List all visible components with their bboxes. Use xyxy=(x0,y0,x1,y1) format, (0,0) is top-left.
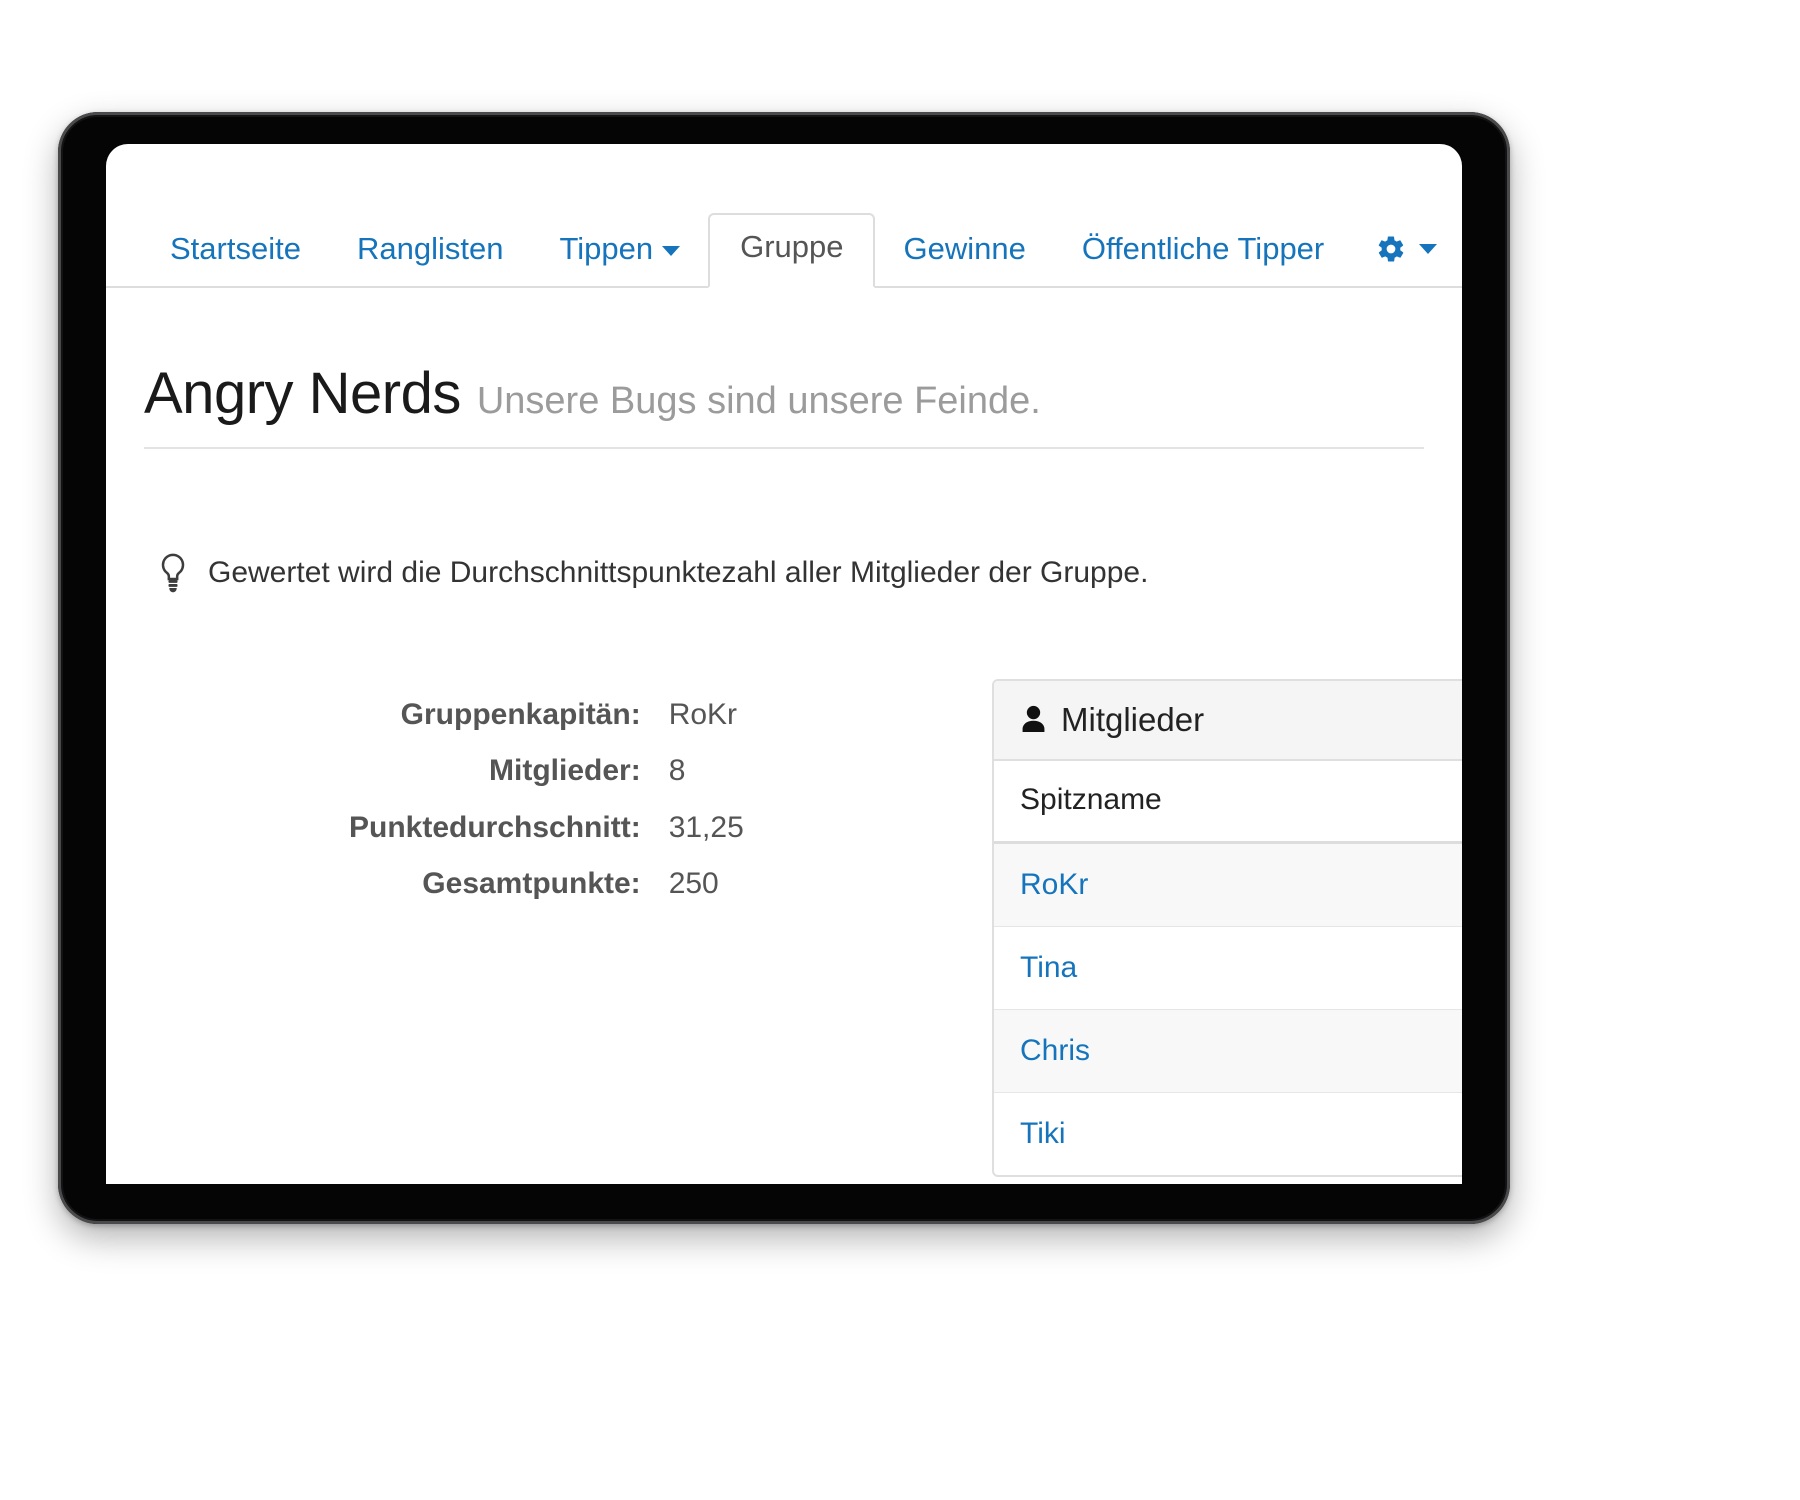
body-columns: Gruppenkapitän: RoKr Mitglieder: 8 Punkt… xyxy=(144,593,1462,1177)
person-icon xyxy=(1022,705,1045,732)
member-link-chris[interactable]: Chris xyxy=(994,1009,1462,1093)
settings-chevron-down-icon xyxy=(1419,244,1438,254)
hint-row: Gewertet wird die Durchschnittspunktezah… xyxy=(144,449,1424,593)
group-stats-table: Gruppenkapitän: RoKr Mitglieder: 8 Punkt… xyxy=(349,687,744,913)
nav-ranglisten-label: Ranglisten xyxy=(356,231,504,266)
members-table-header-row: Spitzname xyxy=(994,761,1462,844)
members-table: Spitzname RoKr Tina Chris Tiki xyxy=(994,761,1462,1175)
member-link-tina[interactable]: Tina xyxy=(994,926,1462,1010)
settings-menu-button[interactable] xyxy=(1352,220,1461,286)
nav-gruppe[interactable]: Gruppe xyxy=(708,213,876,288)
nav-gruppe-label: Gruppe xyxy=(740,229,844,264)
browser-viewport: Startseite Ranglisten Tippen Gruppe Gewi… xyxy=(106,144,1462,1184)
nav-startseite[interactable]: Startseite xyxy=(142,219,329,286)
nav-ranglisten[interactable]: Ranglisten xyxy=(329,219,531,286)
table-row: Punktedurchschnitt: 31,25 xyxy=(349,800,744,856)
chevron-down-icon xyxy=(662,246,681,256)
nav-tippen[interactable]: Tippen xyxy=(531,219,708,286)
table-row: Gruppenkapitän: RoKr xyxy=(349,687,744,743)
screenshot-root: Startseite Ranglisten Tippen Gruppe Gewi… xyxy=(0,0,1800,1500)
page-subtitle: Unsere Bugs sind unsere Feinde. xyxy=(476,380,1041,422)
members-column-header-spitzname: Spitzname xyxy=(994,761,1462,844)
table-row[interactable]: Chris xyxy=(994,1009,1462,1093)
stat-label-mitglieder: Mitglieder: xyxy=(489,754,641,788)
table-row[interactable]: Tina xyxy=(994,926,1462,1010)
stat-label-punktedurchschnitt: Punktedurchschnitt: xyxy=(349,810,641,844)
table-row: Gesamtpunkte: 250 xyxy=(349,856,744,912)
members-panel-title: Mitglieder xyxy=(1061,701,1205,738)
table-row[interactable]: RoKr xyxy=(994,842,1462,927)
stat-label-gruppenkapitaen: Gruppenkapitän: xyxy=(400,698,641,731)
stat-value-gesamtpunkte: 250 xyxy=(668,867,719,901)
stat-label-gesamtpunkte: Gesamtpunkte: xyxy=(422,867,641,901)
member-link-tiki[interactable]: Tiki xyxy=(994,1092,1462,1175)
nav-startseite-label: Startseite xyxy=(170,231,301,266)
members-panel-header: Mitglieder xyxy=(994,681,1462,761)
nav-tippen-label: Tippen xyxy=(559,231,654,266)
page-title: Angry Nerds xyxy=(144,361,461,426)
stat-value-punktedurchschnitt: 31,25 xyxy=(668,810,744,844)
nav-gewinne[interactable]: Gewinne xyxy=(875,219,1053,286)
page-header: Angry Nerds Unsere Bugs sind unsere Fein… xyxy=(144,288,1424,449)
nav-oeffentliche-tipper-label: Öffentliche Tipper xyxy=(1081,231,1325,266)
table-row: Mitglieder: 8 xyxy=(349,743,744,799)
hint-text: Gewertet wird die Durchschnittspunktezah… xyxy=(208,556,1149,589)
members-panel: Mitglieder Spitzname RoKr Tina Chris Tik… xyxy=(992,679,1462,1177)
members-column: Mitglieder Spitzname RoKr Tina Chris Tik… xyxy=(992,679,1462,1177)
member-link-rokr[interactable]: RoKr xyxy=(994,842,1462,927)
gear-icon xyxy=(1378,236,1404,262)
group-stats: Gruppenkapitän: RoKr Mitglieder: 8 Punkt… xyxy=(144,687,974,913)
main-navigation: Startseite Ranglisten Tippen Gruppe Gewi… xyxy=(106,144,1462,288)
stat-value-mitglieder: 8 xyxy=(668,754,686,788)
nav-gewinne-label: Gewinne xyxy=(903,231,1026,266)
page-content: Angry Nerds Unsere Bugs sind unsere Fein… xyxy=(106,288,1462,1177)
nav-oeffentliche-tipper[interactable]: Öffentliche Tipper xyxy=(1054,219,1352,286)
table-row[interactable]: Tiki xyxy=(994,1092,1462,1175)
lightbulb-icon xyxy=(161,553,185,593)
stat-value-gruppenkapitaen: RoKr xyxy=(668,698,738,731)
